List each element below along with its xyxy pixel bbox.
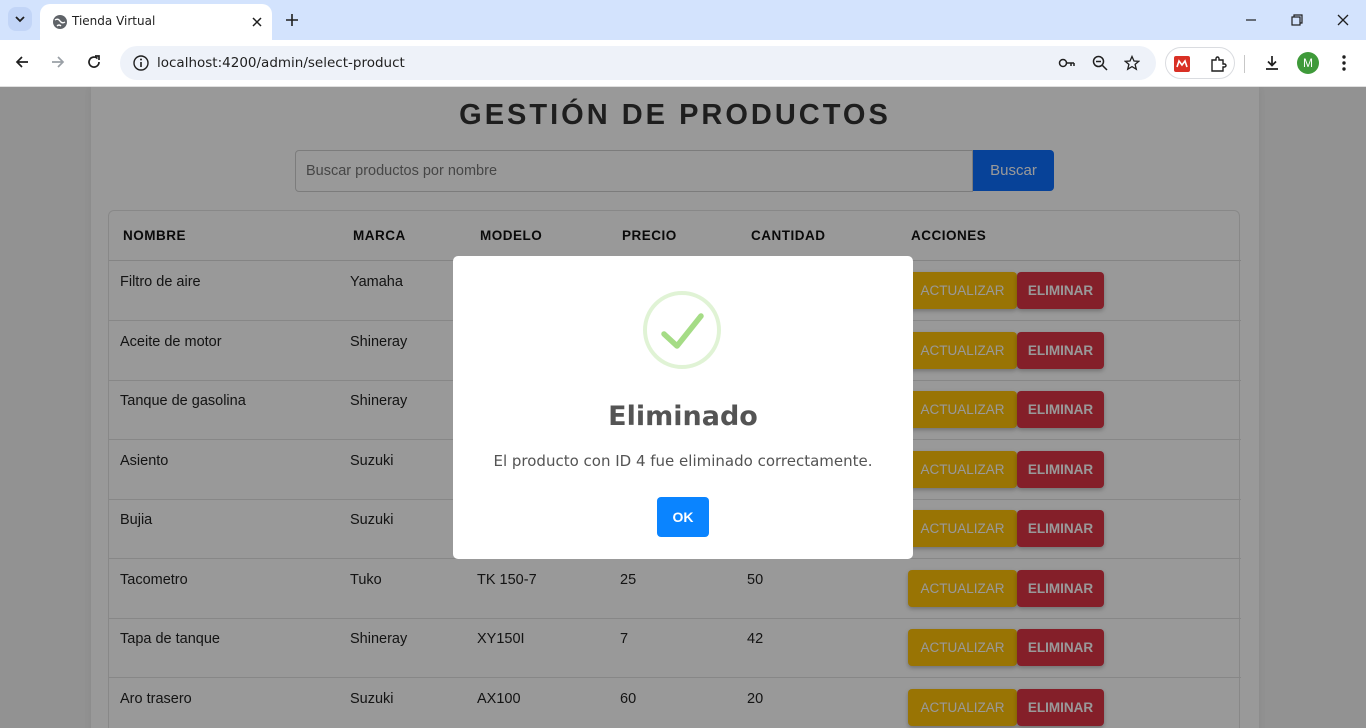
success-dialog: Eliminado El producto con ID 4 fue elimi… <box>453 256 913 559</box>
more-vertical-icon <box>1342 55 1346 71</box>
tab-close-button[interactable] <box>248 13 266 31</box>
restore-button[interactable] <box>1287 10 1307 30</box>
extensions-menu-button[interactable] <box>1208 54 1228 74</box>
url-text[interactable]: localhost:4200/admin/select-product <box>157 55 405 71</box>
tab-search-button[interactable] <box>8 7 32 31</box>
minimize-icon <box>1246 19 1256 21</box>
tab-title: Tienda Virtual <box>72 14 156 28</box>
chevron-down-icon <box>15 16 25 23</box>
dialog-title: Eliminado <box>608 401 758 432</box>
close-icon <box>252 17 262 27</box>
browser-tabstrip: Tienda Virtual <box>0 0 1366 40</box>
new-tab-button[interactable] <box>282 10 302 30</box>
bookmark-button[interactable] <box>1123 54 1141 72</box>
reload-button[interactable] <box>84 52 104 72</box>
info-icon[interactable] <box>132 54 150 72</box>
reload-icon <box>88 55 100 68</box>
extensions-group <box>1165 47 1235 79</box>
success-check-icon <box>643 291 721 369</box>
toolbar-separator <box>1244 55 1245 73</box>
restore-icon <box>1291 14 1303 26</box>
close-window-button[interactable] <box>1333 10 1353 30</box>
profile-avatar[interactable]: M <box>1297 52 1319 74</box>
close-icon <box>1337 14 1349 26</box>
puzzle-icon <box>1211 56 1227 72</box>
key-icon <box>1058 58 1075 68</box>
extension-button[interactable] <box>1172 54 1192 74</box>
extension-logo-icon <box>1174 56 1190 72</box>
forward-button[interactable] <box>48 52 68 72</box>
ok-button[interactable]: OK <box>657 497 709 537</box>
download-icon <box>1266 56 1278 70</box>
star-icon <box>1124 55 1140 71</box>
arrow-left-icon <box>15 56 28 68</box>
arrow-right-icon <box>52 56 65 68</box>
dialog-message: El producto con ID 4 fue eliminado corre… <box>493 452 873 470</box>
browser-tab[interactable]: Tienda Virtual <box>40 4 272 40</box>
globe-icon <box>53 15 67 29</box>
plus-icon <box>286 14 298 26</box>
password-key-button[interactable] <box>1058 54 1076 72</box>
minimize-button[interactable] <box>1241 10 1261 30</box>
browser-menu-button[interactable] <box>1333 52 1355 74</box>
downloads-button[interactable] <box>1261 52 1283 74</box>
browser-toolbar: localhost:4200/admin/select-product M <box>0 40 1366 87</box>
zoom-out-icon <box>1092 55 1108 71</box>
zoom-button[interactable] <box>1091 54 1109 72</box>
address-bar[interactable]: localhost:4200/admin/select-product <box>120 46 1156 80</box>
back-button[interactable] <box>12 52 32 72</box>
